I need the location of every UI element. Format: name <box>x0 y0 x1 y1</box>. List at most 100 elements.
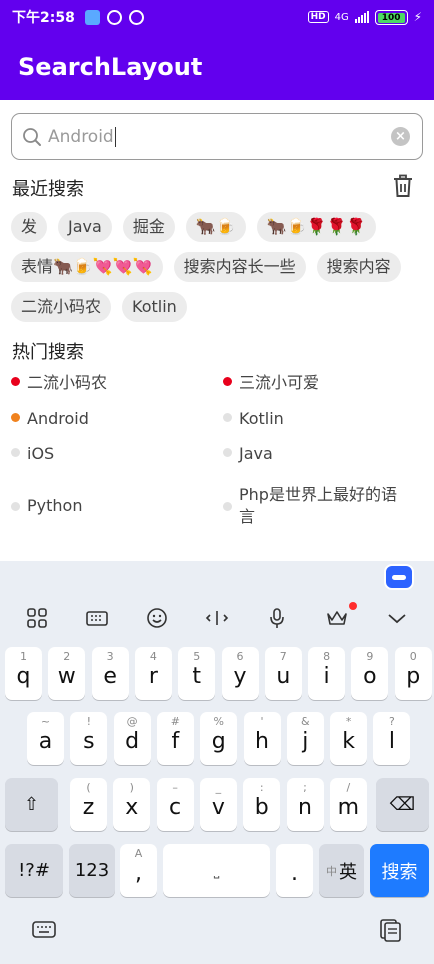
key-f[interactable]: # f <box>156 712 194 765</box>
keyboard-layout-icon[interactable] <box>84 605 110 631</box>
space-key[interactable]: ⎵ <box>163 844 270 897</box>
emoji-icon[interactable] <box>144 605 170 631</box>
key-q[interactable]: 1q <box>5 647 42 700</box>
hot-search-item[interactable]: iOS <box>0 443 206 481</box>
recent-chip[interactable]: 表情🐂🍺💘💘💘 <box>11 252 163 282</box>
key-m[interactable]: / m <box>329 778 367 831</box>
key-char: d <box>125 729 140 754</box>
key-char: x <box>125 795 139 820</box>
numbers-key[interactable]: 123 <box>69 844 115 897</box>
delete-history-icon[interactable] <box>392 174 414 198</box>
hot-search-item[interactable]: Android <box>0 408 206 443</box>
recent-chip[interactable]: 掘金 <box>122 212 175 242</box>
key-char: n <box>298 795 312 820</box>
numbers-label: 123 <box>74 860 110 881</box>
clipboard-icon[interactable] <box>375 914 405 944</box>
recent-chip[interactable]: 🐂🍺🌹🌹🌹 <box>256 212 377 242</box>
status-time: 下午2:58 <box>12 10 75 26</box>
key-i[interactable]: 8i <box>308 647 346 700</box>
comma-key[interactable]: A, <box>120 844 157 897</box>
recent-chip[interactable]: 发 <box>11 212 48 242</box>
hot-search-item[interactable]: Kotlin <box>206 408 434 443</box>
key-char: t <box>192 664 201 689</box>
status-bar: 下午2:58 HD 4G 100 ⚡ <box>0 0 434 34</box>
lang-small: 中 <box>326 864 337 878</box>
key-hint: 0 <box>409 650 417 663</box>
key-hint: : <box>259 781 264 794</box>
key-p[interactable]: 0p <box>394 647 432 700</box>
key-h[interactable]: ' h <box>243 712 281 765</box>
search-key-label: 搜索 <box>381 861 418 883</box>
key-j[interactable]: & j <box>286 712 324 765</box>
key-z[interactable]: (z <box>70 778 107 831</box>
key-v[interactable]: _ v <box>199 778 237 831</box>
notification-ring-icon-2 <box>128 9 144 25</box>
key-char: p <box>406 664 421 689</box>
period-key[interactable]: . <box>276 844 313 897</box>
key-e[interactable]: 3e <box>91 647 129 700</box>
hot-label: 三流小可爱 <box>239 373 320 392</box>
key-y[interactable]: 6y <box>221 647 259 700</box>
keyboard-toolbar <box>0 600 434 636</box>
key-char: z <box>82 795 95 820</box>
key-t[interactable]: 5t <box>178 647 216 700</box>
search-key[interactable]: 搜索 <box>370 844 429 897</box>
symbols-key[interactable]: !?# <box>5 844 63 897</box>
notification-dot <box>349 602 357 610</box>
hot-search-item[interactable]: Php是世界上最好的语言 <box>206 484 434 528</box>
key-hint: 5 <box>193 650 201 663</box>
key-hint: ; <box>303 781 307 794</box>
hot-search-item[interactable]: Python <box>0 495 206 517</box>
recent-chip[interactable]: 搜索内容 <box>316 252 401 282</box>
key-hint: & <box>301 715 310 728</box>
key-n[interactable]: ; n <box>286 778 324 831</box>
rank-dot <box>223 413 232 422</box>
key-a[interactable]: ~ a <box>27 712 64 765</box>
key-g[interactable]: % g <box>200 712 238 765</box>
key-c[interactable]: – c <box>156 778 194 831</box>
recent-chip[interactable]: 搜索内容长一些 <box>173 252 306 282</box>
keyboard-switch-icon[interactable] <box>29 914 59 944</box>
recent-chip[interactable]: 🐂🍺 <box>185 212 246 242</box>
hot-search-item[interactable]: Java <box>206 443 434 481</box>
key-char: f <box>171 729 180 754</box>
key-hint: 3 <box>106 650 114 663</box>
key-l[interactable]: ? l <box>373 712 411 765</box>
key-hint: 1 <box>20 650 27 663</box>
app-bar-title: SearchLayout <box>0 34 434 100</box>
key-k[interactable]: * k <box>330 712 368 765</box>
key-char: b <box>254 795 269 820</box>
key-o[interactable]: 9o <box>351 647 389 700</box>
language-key[interactable]: 中英 <box>319 844 364 897</box>
key-r[interactable]: 4r <box>134 647 172 700</box>
search-input[interactable]: Android × <box>11 113 423 160</box>
key-x[interactable]: ) x <box>113 778 151 831</box>
clear-icon[interactable]: × <box>391 127 410 146</box>
skin-crown-icon[interactable] <box>324 605 350 631</box>
recent-chip[interactable]: Java <box>58 212 112 242</box>
collapse-keyboard-icon[interactable] <box>384 605 410 631</box>
key-d[interactable]: @ d <box>113 712 151 765</box>
key-hint: # <box>170 715 180 728</box>
key-hint: ~ <box>40 715 51 728</box>
apps-grid-icon[interactable] <box>24 605 50 631</box>
key-char: q <box>16 664 31 689</box>
key-hint: ? <box>388 715 395 728</box>
hot-search-item[interactable]: 三流小可爱 <box>206 372 434 408</box>
recent-chip[interactable]: 二流小码农 <box>11 292 112 322</box>
signal-icon <box>354 11 369 23</box>
hot-search-item[interactable]: 二流小码农 <box>0 372 206 408</box>
key-s[interactable]: ! s <box>70 712 108 765</box>
key-u[interactable]: 7u <box>264 647 302 700</box>
key-hint: – <box>172 781 178 794</box>
search-value: Android <box>48 126 114 147</box>
backspace-key[interactable]: ⌫ <box>376 778 429 831</box>
microphone-icon[interactable] <box>264 605 290 631</box>
recent-chip[interactable]: Kotlin <box>122 292 187 322</box>
key-char: g <box>211 729 226 754</box>
key-w[interactable]: 2w <box>48 647 86 700</box>
cursor-move-icon[interactable] <box>204 605 230 631</box>
key-b[interactable]: :b <box>243 778 281 831</box>
keyboard-assistant-icon[interactable] <box>384 564 414 590</box>
shift-key[interactable]: ⇧ <box>5 778 58 831</box>
